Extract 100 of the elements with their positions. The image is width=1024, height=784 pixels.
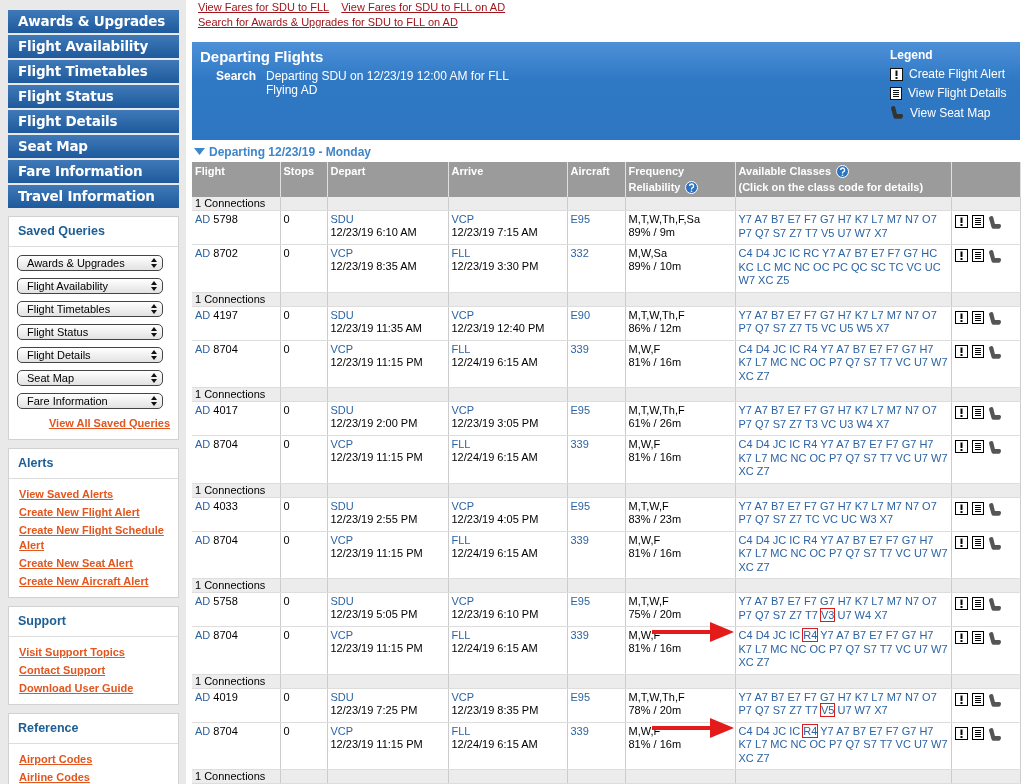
class-code[interactable]: JC	[772, 438, 787, 450]
class-code[interactable]: VC	[822, 513, 839, 525]
seat-icon[interactable]	[987, 597, 1002, 612]
class-code[interactable]: G7	[901, 438, 917, 450]
class-code[interactable]: R4	[803, 533, 818, 546]
class-code[interactable]: Y7	[820, 438, 834, 450]
class-code[interactable]: Z5	[776, 274, 790, 286]
class-code[interactable]: A7	[836, 438, 850, 450]
class-code[interactable]: M7	[886, 690, 902, 703]
document-icon[interactable]	[971, 215, 984, 228]
class-code[interactable]: U7	[913, 451, 928, 464]
class-code[interactable]: A7	[836, 629, 850, 641]
class-code[interactable]: G7	[901, 629, 917, 641]
nav-button[interactable]: Flight Timetables	[8, 60, 179, 83]
nav-button[interactable]: Flight Availability	[8, 35, 179, 58]
highlighted-class-code[interactable]: V5	[820, 704, 835, 716]
query-select[interactable]: Awards & Upgrades	[17, 255, 163, 271]
class-code[interactable]: G7	[819, 404, 835, 416]
airport-link[interactable]: VCP	[330, 438, 354, 450]
class-code[interactable]: OC	[813, 260, 830, 273]
class-code[interactable]: K7	[738, 547, 752, 559]
class-code[interactable]: Y7	[820, 724, 834, 737]
class-code[interactable]: M7	[886, 404, 902, 416]
airport-link[interactable]: FLL	[451, 247, 471, 259]
class-code[interactable]: P7	[829, 356, 843, 368]
aircraft-link[interactable]: 339	[570, 629, 589, 641]
alert-icon[interactable]	[954, 726, 968, 740]
class-code[interactable]: F7	[885, 342, 899, 355]
alert-icon[interactable]	[954, 692, 968, 706]
class-code[interactable]: Y7	[738, 404, 752, 416]
class-code[interactable]: E7	[869, 629, 883, 641]
class-code[interactable]: A7	[754, 595, 768, 607]
airline-link[interactable]: AD	[195, 438, 211, 450]
airline-link[interactable]: AD	[195, 724, 211, 737]
sidebar-link[interactable]: Create New Flight Alert	[19, 505, 140, 520]
airport-link[interactable]: FLL	[451, 724, 471, 737]
class-code[interactable]: Y7	[738, 213, 752, 225]
class-code[interactable]: MC	[770, 451, 788, 464]
airport-link[interactable]: FLL	[451, 533, 471, 546]
class-code[interactable]: G7	[819, 595, 835, 607]
aircraft-link[interactable]: 339	[570, 438, 589, 450]
seat-icon[interactable]	[987, 726, 1002, 742]
airline-link[interactable]: AD	[195, 213, 211, 225]
class-code[interactable]: OC	[809, 642, 826, 655]
class-code[interactable]: T7	[879, 451, 893, 464]
nav-button[interactable]: Flight Details	[8, 110, 179, 133]
alert-icon[interactable]	[954, 440, 968, 453]
class-code[interactable]: A7	[754, 404, 768, 416]
class-code[interactable]: W3	[860, 513, 877, 525]
nav-button[interactable]: Travel Information	[8, 185, 179, 208]
class-code[interactable]: W7	[854, 226, 872, 239]
class-code[interactable]: K7	[738, 642, 752, 655]
class-code[interactable]: G7	[901, 533, 917, 546]
class-code[interactable]: G7	[901, 342, 917, 355]
class-code[interactable]: PC	[832, 260, 848, 273]
class-code[interactable]: F7	[804, 499, 817, 512]
class-code[interactable]: Z7	[756, 369, 770, 382]
class-code[interactable]: C4	[738, 438, 753, 450]
class-code[interactable]: OC	[809, 738, 826, 750]
class-code[interactable]: R4	[803, 342, 818, 355]
sidebar-link[interactable]: Create New Flight Schedule Alert	[19, 523, 170, 553]
class-code[interactable]: P7	[829, 738, 843, 750]
document-icon[interactable]	[971, 535, 984, 549]
class-code[interactable]: Z7	[789, 226, 803, 239]
alert-icon[interactable]	[954, 406, 968, 419]
class-code[interactable]: D4	[755, 533, 770, 546]
class-code[interactable]: Q7	[845, 738, 861, 750]
airport-link[interactable]: FLL	[451, 438, 471, 450]
class-code[interactable]: TC	[888, 260, 904, 273]
class-code[interactable]: E7	[869, 438, 883, 450]
aircraft-link[interactable]: 339	[570, 533, 589, 546]
class-code[interactable]: T7	[879, 547, 893, 559]
alert-icon[interactable]	[890, 67, 903, 81]
class-code[interactable]: M7	[886, 595, 902, 607]
class-code[interactable]: Q7	[845, 547, 861, 559]
class-code[interactable]: H7	[837, 690, 852, 703]
airport-link[interactable]: SDU	[330, 595, 354, 607]
class-code[interactable]: H7	[837, 308, 852, 321]
class-code[interactable]: X7	[875, 322, 890, 334]
seat-icon[interactable]	[987, 215, 1002, 230]
class-code[interactable]: S7	[772, 704, 787, 716]
class-code[interactable]: A7	[754, 308, 768, 321]
class-code[interactable]: B7	[852, 629, 867, 641]
help-icon[interactable]	[685, 180, 699, 194]
aircraft-link[interactable]: 339	[570, 724, 589, 737]
class-code[interactable]: IC	[789, 342, 801, 355]
class-code[interactable]: E7	[787, 595, 801, 607]
class-code[interactable]: Q7	[845, 356, 861, 368]
alert-icon[interactable]	[954, 597, 968, 610]
class-code[interactable]: T7	[879, 642, 893, 655]
class-code[interactable]: F7	[804, 213, 817, 225]
class-code[interactable]: U3	[839, 417, 854, 430]
airport-link[interactable]: VCP	[330, 724, 354, 737]
airport-link[interactable]: VCP	[330, 629, 354, 641]
class-code[interactable]: NC	[790, 356, 807, 368]
class-code[interactable]: M7	[886, 499, 902, 512]
nav-button[interactable]: Awards & Upgrades	[8, 10, 179, 33]
class-code[interactable]: G7	[901, 724, 917, 737]
class-code[interactable]: F7	[804, 308, 817, 321]
class-code[interactable]: D4	[755, 629, 770, 641]
